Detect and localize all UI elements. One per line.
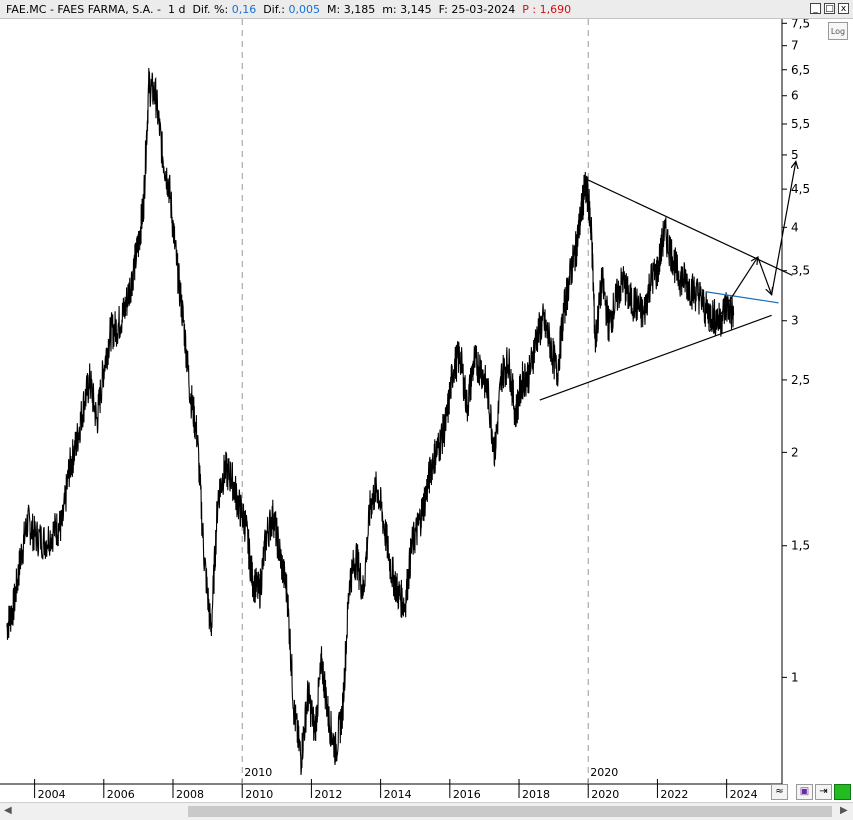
x-tick-label: 2012 [314, 788, 342, 801]
y-tick-label: 5 [791, 148, 799, 162]
y-tick-label: 1 [791, 670, 799, 684]
p-value: 1,690 [539, 3, 572, 16]
y-tick-label: 6,5 [791, 63, 810, 77]
y-tick-label: 2 [791, 445, 799, 459]
minimize-button[interactable]: _ [810, 3, 821, 14]
scroll-left-icon[interactable]: ◀ [4, 805, 12, 816]
period-label: 1 d [167, 3, 186, 16]
date-value: 25-03-2024 [451, 3, 516, 16]
log-scale-toggle[interactable]: Log [828, 22, 848, 40]
dif-label: Dif.: [263, 3, 286, 16]
y-tick-label: 6 [791, 89, 799, 103]
save-icon[interactable]: ▣ [796, 784, 813, 800]
status-indicator[interactable] [834, 784, 851, 800]
x-tick-label: 2010 [245, 788, 273, 801]
quote-info: FAE.MC - FAES FARMA, S.A. - 1 d Dif. %: … [6, 3, 571, 16]
scroll-right-icon[interactable]: ▶ [840, 805, 848, 816]
close-button[interactable]: x [838, 3, 849, 14]
restore-button[interactable]: □ [824, 3, 835, 14]
scroll-end-icon[interactable]: ⇥ [815, 784, 832, 800]
y-tick-label: 3 [791, 314, 799, 328]
x-tick-label: 2006 [107, 788, 135, 801]
decade-marker-label: 2010 [244, 766, 272, 779]
y-tick-label: 1,5 [791, 539, 810, 553]
decade-marker-label: 2020 [590, 766, 618, 779]
x-tick-label: 2014 [384, 788, 412, 801]
min-value: 3,145 [400, 3, 432, 16]
y-tick-label: 4,5 [791, 182, 810, 196]
x-tick-label: 2004 [38, 788, 66, 801]
dif-pct-value: 0,16 [231, 3, 257, 16]
x-tick-label: 2022 [660, 788, 688, 801]
expand-icon[interactable]: ≈ [771, 784, 788, 800]
y-tick-label: 4 [791, 220, 799, 234]
x-tick-label: 2020 [591, 788, 619, 801]
y-tick-label: 7 [791, 39, 799, 53]
y-tick-label: 7,5 [791, 19, 810, 30]
x-tick-label: 2008 [176, 788, 204, 801]
max-value: 3,185 [343, 3, 376, 16]
x-tick-label: 2024 [730, 788, 758, 801]
p-label: P : [522, 3, 537, 16]
y-tick-label: 3,5 [791, 264, 810, 278]
min-label: m: [382, 3, 397, 16]
horizontal-scrollbar[interactable]: ◀ ▶ [0, 802, 853, 820]
dif-pct-label: Dif. %: [192, 3, 229, 16]
chart-header: FAE.MC - FAES FARMA, S.A. - 1 d Dif. %: … [0, 0, 853, 19]
symbol-label: FAE.MC - FAES FARMA, S.A. - [6, 3, 161, 16]
price-chart: 7,5 7 6,5 6 5,5 5 4,5 4 3,5 3 2,5 2 1,5 1 2004 2006 2008… [0, 19, 810, 801]
dif-value: 0,005 [288, 3, 321, 16]
x-tick-label: 2018 [522, 788, 550, 801]
y-tick-label: 2,5 [791, 373, 810, 387]
date-label: F: [438, 3, 448, 16]
y-tick-label: 5,5 [791, 117, 810, 131]
max-label: M: [327, 3, 341, 16]
plot-background [0, 19, 782, 784]
scroll-thumb[interactable] [188, 806, 832, 817]
x-tick-label: 2016 [453, 788, 481, 801]
